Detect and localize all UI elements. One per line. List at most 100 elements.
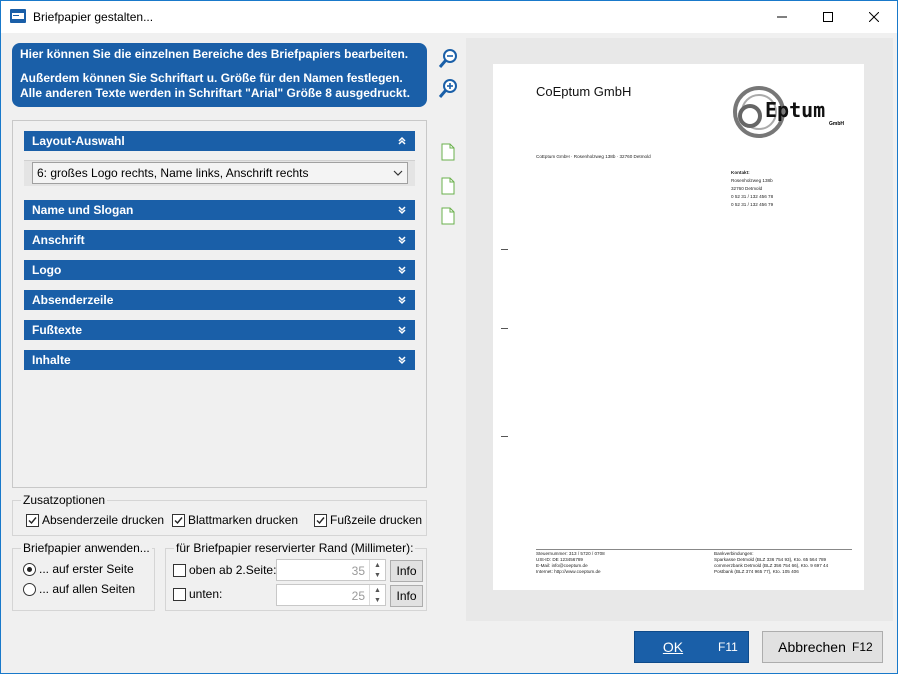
company-name: CoEptum GmbH (536, 84, 632, 99)
stepper-arrows[interactable]: ▲ ▼ (369, 560, 385, 580)
title-bar: Briefpapier gestalten... (1, 1, 897, 33)
section-logo[interactable]: Logo (24, 260, 415, 280)
ok-button[interactable]: OK F11 (634, 631, 749, 663)
oben-checkbox[interactable]: oben ab 2.Seite: (173, 563, 276, 577)
checkbox-label: oben ab 2.Seite: (189, 563, 277, 577)
zoom-out-button[interactable] (435, 45, 461, 71)
contact-line: 0 52 31 / 132 456 79 (731, 202, 774, 207)
caret-down-icon[interactable]: ▼ (370, 570, 385, 580)
caret-up-icon[interactable]: ▲ (370, 560, 385, 570)
group-label: Briefpapier anwenden... (21, 541, 152, 555)
section-name-slogan[interactable]: Name und Slogan (24, 200, 415, 220)
close-button[interactable] (851, 1, 897, 33)
oben-info-button[interactable]: Info (390, 560, 423, 582)
dialog-content: Hier können Sie die einzelnen Bereiche d… (1, 33, 897, 673)
zoom-out-icon (438, 49, 457, 68)
caret-down-icon[interactable]: ▼ (370, 595, 385, 605)
page-3-button[interactable] (435, 203, 461, 229)
cancel-button[interactable]: Abbrechen F12 (762, 631, 883, 663)
section-inhalte[interactable]: Inhalte (24, 350, 415, 370)
section-label: Anschrift (32, 233, 85, 247)
cancel-label: Abbrechen (778, 639, 846, 655)
window-title: Briefpapier gestalten... (33, 10, 154, 24)
minimize-icon (777, 16, 787, 18)
checkbox-label: Absenderzeile drucken (42, 513, 165, 527)
contact-line: 0 52 31 / 132 456 78 (731, 194, 774, 199)
section-absenderzeile[interactable]: Absenderzeile (24, 290, 415, 310)
letterhead-preview: CoEptum GmbH Eptum GmbH CoEptum GmbH · R… (493, 64, 864, 590)
cancel-shortcut: F12 (852, 640, 873, 654)
contact-heading: Kontakt: (731, 170, 750, 175)
blattmarken-checkbox[interactable]: Blattmarken drucken (172, 513, 298, 527)
unten-stepper[interactable]: 25 ▲ ▼ (276, 584, 386, 606)
chevron-down-icon (395, 263, 409, 277)
checkbox-label: unten: (189, 587, 223, 601)
info-banner: Hier können Sie die einzelnen Bereiche d… (12, 43, 427, 107)
section-label: Inhalte (32, 353, 71, 367)
sections-panel: Layout-Auswahl 6: großes Logo rechts, Na… (12, 120, 427, 488)
preview-area: CoEptum GmbH Eptum GmbH CoEptum GmbH · R… (466, 38, 893, 621)
section-label: Layout-Auswahl (32, 134, 125, 148)
page-2-button[interactable] (435, 173, 461, 199)
stepper-arrows[interactable]: ▲ ▼ (369, 585, 385, 605)
checkbox-label: Fußzeile drucken (330, 513, 423, 527)
radio-icon (23, 582, 36, 596)
section-layout-auswahl[interactable]: Layout-Auswahl (24, 131, 415, 151)
group-label: Zusatzoptionen (21, 493, 108, 507)
chevron-down-icon (393, 170, 403, 176)
minimize-button[interactable] (759, 1, 805, 33)
footer-left-line: Internet: http://www.coeptum.de (536, 569, 601, 574)
chevron-down-icon (395, 323, 409, 337)
zoom-in-button[interactable] (435, 75, 461, 101)
fusszeile-checkbox[interactable]: Fußzeile drucken (314, 513, 422, 527)
footer-right-line: Postbank (BLZ 374 965 77), Kto. 105 406 (714, 569, 799, 574)
sender-line: CoEptum GmbH · Rosenholzweg 138b · 32760… (536, 154, 651, 159)
logo-subtext: GmbH (829, 121, 844, 127)
layout-select-value: 6: großes Logo rechts, Name links, Ansch… (37, 166, 309, 180)
ok-label: OK (662, 639, 684, 655)
section-anschrift[interactable]: Anschrift (24, 230, 415, 250)
page-icon (441, 207, 455, 225)
company-logo: Eptum GmbH (733, 82, 853, 138)
rand-group: für Briefpapier reservierter Rand (Milli… (165, 541, 427, 611)
zoom-in-icon (438, 79, 457, 98)
app-icon (10, 9, 26, 23)
chevron-up-icon (395, 134, 409, 148)
ok-shortcut: F11 (718, 640, 738, 654)
page-icon (441, 177, 455, 195)
layout-select[interactable]: 6: großes Logo rechts, Name links, Ansch… (32, 162, 408, 184)
unten-info-button[interactable]: Info (390, 585, 423, 607)
punch-mark (501, 328, 508, 329)
section-label: Logo (32, 263, 62, 277)
erste-seite-radio[interactable]: ... auf erster Seite (23, 562, 134, 576)
info-line-1: Hier können Sie die einzelnen Bereiche d… (20, 47, 409, 61)
page-1-button[interactable] (435, 139, 461, 165)
checkbox-label: Blattmarken drucken (188, 513, 299, 527)
info-line-2: Außerdem können Sie Schriftart u. Größe … (20, 71, 403, 85)
checkbox-icon (173, 587, 186, 601)
close-icon (869, 12, 879, 22)
logo-text: Eptum (765, 98, 826, 122)
absenderzeile-checkbox[interactable]: Absenderzeile drucken (26, 513, 164, 527)
alle-seiten-radio[interactable]: ... auf allen Seiten (23, 582, 135, 596)
radio-label: ... auf allen Seiten (39, 582, 136, 596)
footer-divider (536, 549, 852, 550)
anwenden-group: Briefpapier anwenden... ... auf erster S… (12, 541, 155, 611)
caret-up-icon[interactable]: ▲ (370, 585, 385, 595)
chevron-down-icon (395, 203, 409, 217)
section-fusstexte[interactable]: Fußtexte (24, 320, 415, 340)
group-label: für Briefpapier reservierter Rand (Milli… (174, 541, 416, 555)
section-label: Name und Slogan (32, 203, 134, 217)
layout-body: 6: großes Logo rechts, Name links, Ansch… (24, 160, 415, 186)
section-label: Absenderzeile (32, 293, 114, 307)
checkbox-checked-icon (172, 513, 185, 527)
maximize-icon (823, 12, 833, 22)
maximize-button[interactable] (805, 1, 851, 33)
unten-checkbox[interactable]: unten: (173, 587, 222, 601)
oben-stepper[interactable]: 35 ▲ ▼ (276, 559, 386, 581)
fold-mark (501, 436, 508, 437)
contact-line: Rosenholzweg 138b (731, 178, 773, 183)
radio-label: ... auf erster Seite (39, 562, 134, 576)
chevron-down-icon (395, 353, 409, 367)
checkbox-checked-icon (26, 513, 39, 527)
